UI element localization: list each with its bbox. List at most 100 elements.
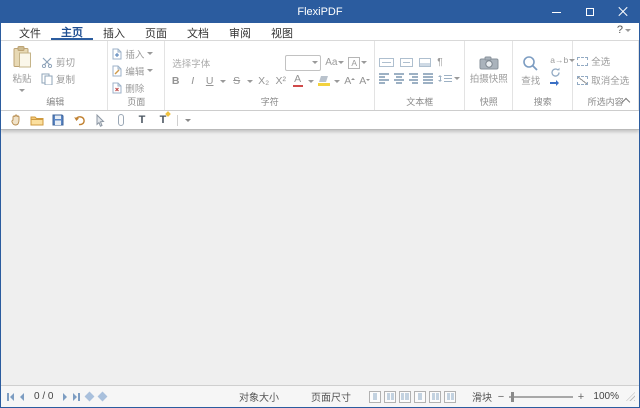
prev-view-button[interactable] [85,392,95,402]
font-color-button[interactable]: A [291,75,304,87]
strikethrough-button[interactable]: S [230,75,243,87]
font-size-select[interactable] [285,55,321,71]
line-spacing-button[interactable] [438,73,460,84]
align-left-button[interactable] [379,73,389,84]
add-text-button[interactable]: T [156,113,170,127]
stretch-text-button[interactable] [400,58,413,67]
find-button[interactable]: 查找 [517,55,544,87]
view-mode-two-pages[interactable] [399,391,411,403]
zoom-in-button[interactable]: + [577,391,585,403]
view-mode-grid[interactable] [429,391,441,403]
text-tool-button[interactable]: T [135,113,149,127]
copy-icon [41,73,53,85]
text-style-button[interactable]: A [348,57,367,69]
close-button[interactable] [606,1,639,23]
text-tool-icon: T [139,114,146,126]
document-area [1,130,639,385]
change-case-button[interactable]: Aa [325,57,344,68]
view-mode-single[interactable] [369,391,381,403]
maximize-button[interactable] [573,1,606,23]
toolbar-overflow-button[interactable] [185,119,191,125]
paste-button[interactable]: 粘贴 [7,46,37,95]
fill-text-button[interactable] [419,58,431,67]
bold-button[interactable]: B [169,75,182,87]
status-bar: 0 / 0 对象大小 页面尺寸 滑块 − + 100% [1,385,639,407]
cut-button[interactable]: 剪切 [41,55,75,69]
tab-pages[interactable]: 页面 [135,23,177,40]
last-page-button[interactable] [73,393,80,401]
next-page-button[interactable] [63,393,67,401]
chevron-down-icon [334,80,340,86]
view-mode-columns[interactable] [444,391,456,403]
ribbon-group-textbox: ¶ 文本框 [375,41,465,110]
select-all-icon [577,57,588,66]
help-button[interactable]: ? [617,24,631,36]
ribbon-group-edit: 粘贴 剪切 [3,41,108,110]
hand-tool-button[interactable] [9,113,23,127]
triangle-up-icon [351,76,355,80]
tab-home[interactable]: 主页 [51,23,93,40]
superscript-button[interactable]: X² [274,75,287,87]
collapse-ribbon-button[interactable] [622,97,629,104]
goto-button[interactable] [550,80,575,86]
zoom-slider-thumb[interactable] [511,392,514,402]
deselect-all-button[interactable]: 取消全选 [577,73,629,87]
toolbar-separator [177,115,178,126]
object-size-label: 对象大小 [239,389,279,404]
camera-icon [479,56,499,70]
delete-page-button[interactable]: 删除 [112,81,153,95]
highlight-button[interactable] [318,76,330,87]
save-button[interactable] [51,113,65,127]
underline-button[interactable]: U [203,75,216,87]
search-again-icon[interactable] [550,67,561,78]
show-pilcrow-button[interactable]: ¶ [437,57,442,68]
font-family-select[interactable]: 选择字体 [169,54,281,71]
group-label-character: 字符 [169,96,370,109]
ribbon-group-selection: 全选 取消全选 所选内容 [573,41,639,110]
subscript-button[interactable]: X₂ [257,75,270,87]
group-label-pages: 页面 [112,96,160,109]
zoom-slider-label: 滑块 [472,389,492,404]
view-mode-continuous[interactable] [384,391,396,403]
take-snapshot-button[interactable]: 拍摄快照 [466,56,512,85]
tab-insert[interactable]: 插入 [93,23,135,40]
select-tool-button[interactable] [93,113,107,127]
tab-review[interactable]: 审阅 [219,23,261,40]
italic-button[interactable]: I [186,75,199,87]
align-center-button[interactable] [394,73,404,84]
resize-grip-icon[interactable] [626,392,635,401]
next-view-button[interactable] [98,392,108,402]
chevron-down-icon [361,61,367,67]
open-button[interactable] [30,113,44,127]
shrink-font-button[interactable]: A [359,75,370,87]
chevron-down-icon [247,80,253,86]
sparkle-icon [166,111,172,117]
zoom-slider[interactable] [509,396,573,398]
chevron-down-icon [454,77,460,83]
minimize-button[interactable] [540,1,573,23]
tab-view[interactable]: 视图 [261,23,303,40]
select-all-button[interactable]: 全选 [577,54,629,68]
folder-icon [30,115,44,126]
undo-button[interactable] [72,113,86,127]
ribbon-group-search: 查找 a→b 搜索 [513,41,573,110]
copy-button[interactable]: 复制 [41,72,75,86]
prev-page-button[interactable] [20,393,24,401]
tab-document[interactable]: 文档 [177,23,219,40]
justify-button[interactable] [423,73,433,84]
edit-page-button[interactable]: 编辑 [112,64,153,78]
zoom-controls: − + 100% [497,391,619,403]
insert-page-button[interactable]: 插入 [112,47,153,61]
replace-button[interactable]: a→b [550,55,575,65]
first-page-button[interactable] [7,393,14,401]
tab-file[interactable]: 文件 [9,23,51,40]
line-spacing-icon [438,73,442,84]
align-right-button[interactable] [409,73,419,84]
zoom-out-button[interactable]: − [497,391,505,403]
page-indicator: 0 / 0 [34,391,53,402]
fit-text-button[interactable] [379,58,394,67]
object-tool-button[interactable] [114,113,128,127]
view-mode-fit-page[interactable] [414,391,426,403]
grow-font-button[interactable]: A [344,75,355,87]
ribbon-group-pages: 插入 编辑 [108,41,165,110]
